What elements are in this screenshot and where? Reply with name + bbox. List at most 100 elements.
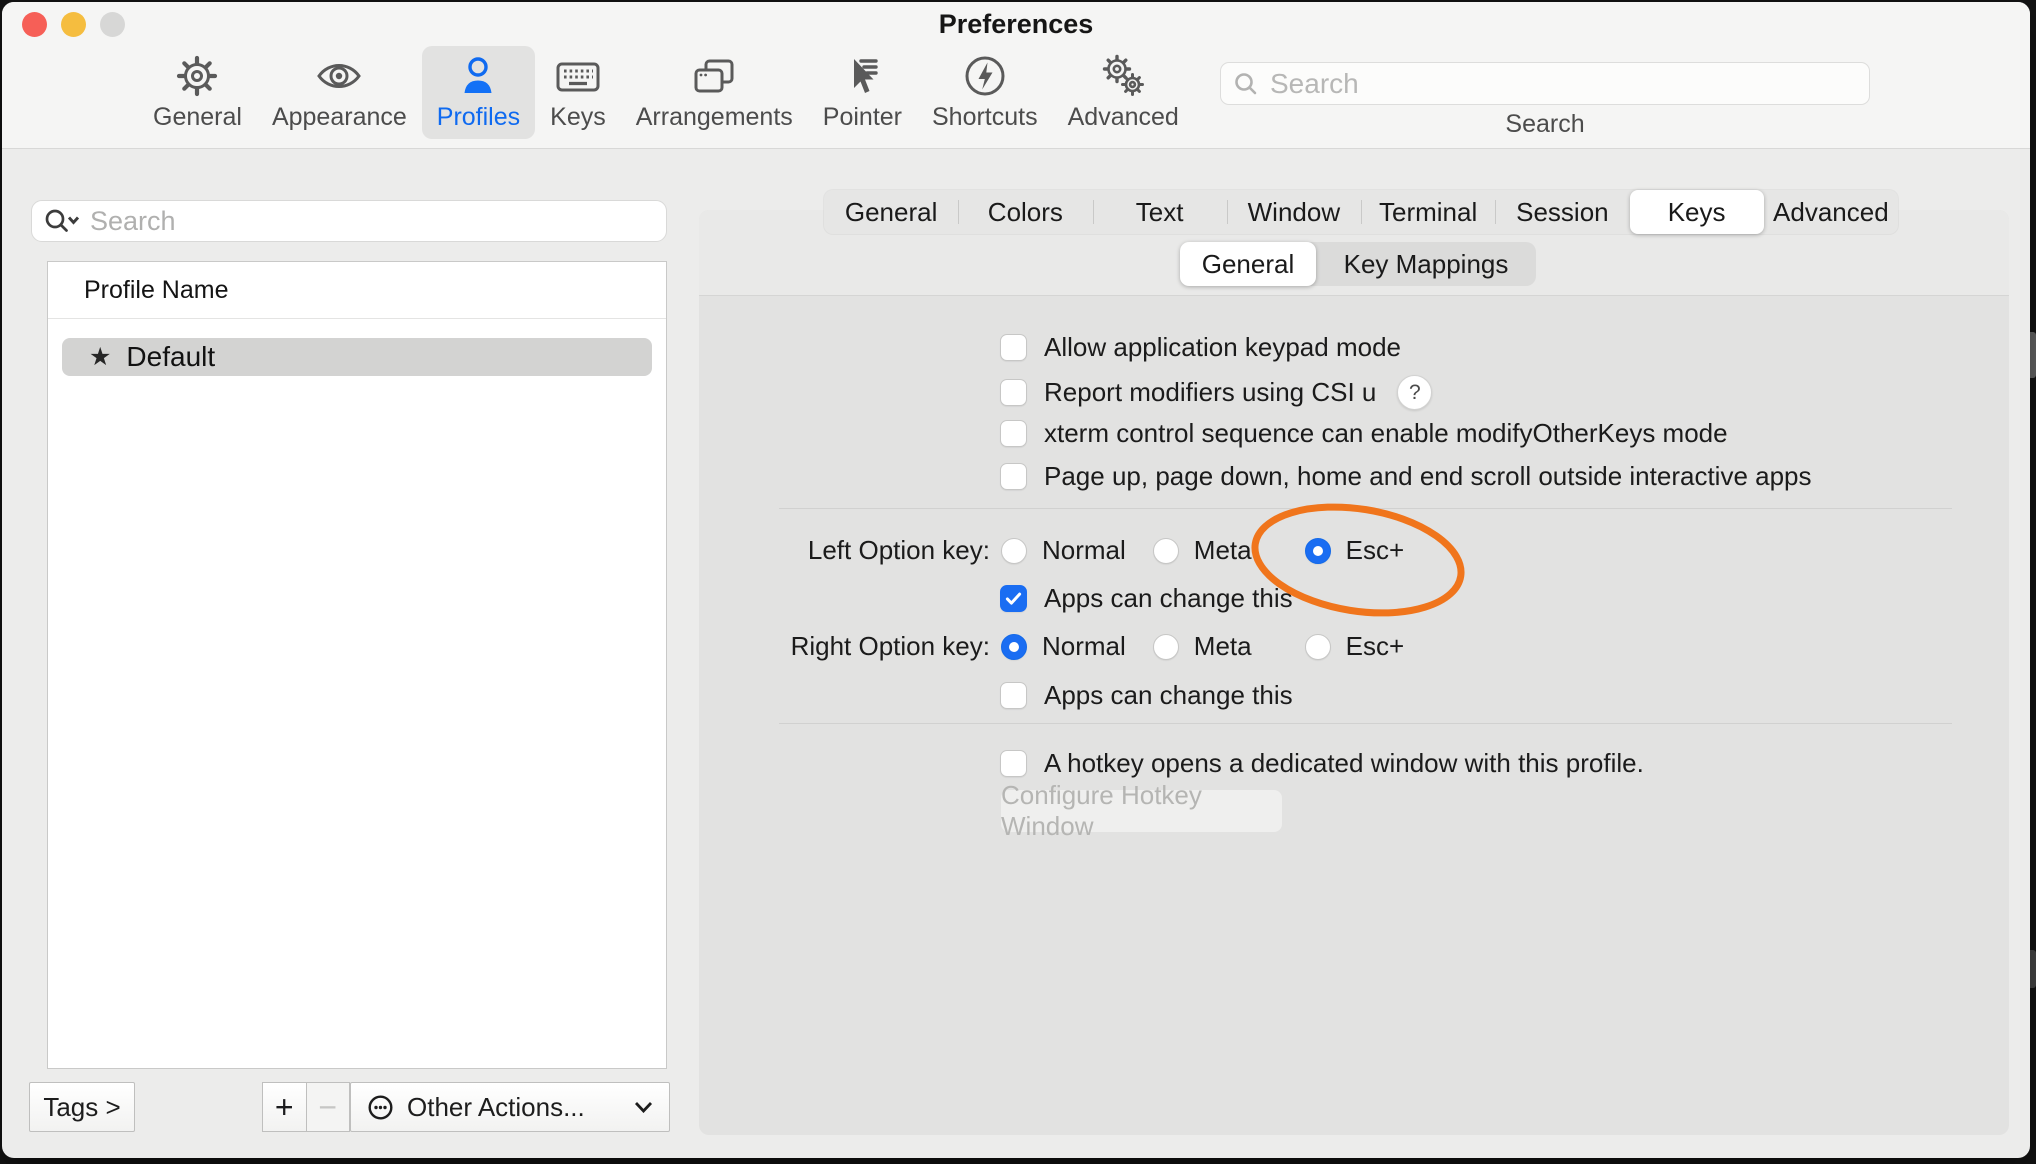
subtab-key-mappings[interactable]: Key Mappings (1316, 242, 1536, 286)
gears-icon (1099, 52, 1147, 100)
checkbox-label: xterm control sequence can enable modify… (1044, 418, 1728, 449)
toolbar-item-profiles[interactable]: Profiles (422, 46, 535, 139)
checkbox-label: Page up, page down, home and end scroll … (1044, 461, 1812, 492)
toolbar-label: Advanced (1068, 103, 1179, 132)
radio-selected[interactable] (1001, 634, 1027, 660)
toolbar-item-appearance[interactable]: Appearance (257, 46, 422, 139)
checkbox-label: Apps can change this (1044, 583, 1293, 614)
search-scope-icon (42, 207, 82, 235)
keyboard-icon (554, 52, 602, 100)
checkbox-unchecked[interactable] (1000, 682, 1027, 709)
checkbox-label: Report modifiers using CSI u (1044, 377, 1376, 408)
checkmark-icon (1003, 588, 1024, 609)
checkbox-row-modify-other-keys[interactable]: xterm control sequence can enable modify… (1000, 418, 1728, 449)
profile-tabs: General Colors Text Window Terminal Sess… (824, 190, 1898, 234)
chevron-down-icon (634, 1101, 653, 1113)
lightning-icon (961, 52, 1009, 100)
toolbar-label: General (153, 103, 242, 132)
cursor-icon (838, 52, 886, 100)
preferences-window: Preferences (2, 2, 2030, 1158)
toolbar-search-field[interactable] (1220, 62, 1870, 105)
person-icon (454, 52, 502, 100)
add-remove-group: + − (262, 1082, 350, 1132)
checkbox-label: A hotkey opens a dedicated window with t… (1044, 748, 1644, 779)
help-button[interactable]: ? (1397, 375, 1432, 410)
toolbar-item-arrangements[interactable]: Arrangements (621, 46, 808, 139)
left-apps-can-change-row[interactable]: Apps can change this (1000, 583, 1293, 614)
radio-option-normal[interactable]: Normal (1001, 535, 1126, 566)
radio-option-meta[interactable]: Meta (1153, 535, 1252, 566)
screenshot-stage: Preferences (0, 0, 2036, 1164)
toolbar-search-label: Search (1220, 110, 1870, 139)
search-icon (1233, 71, 1259, 97)
ellipsis-circle-icon (367, 1094, 394, 1121)
divider (779, 508, 1952, 509)
tab-session[interactable]: Session (1495, 190, 1629, 234)
tab-keys[interactable]: Keys (1630, 190, 1764, 234)
checkbox-unchecked[interactable] (1000, 334, 1027, 361)
toolbar-item-advanced[interactable]: Advanced (1053, 46, 1194, 139)
toolbar-item-keys[interactable]: Keys (535, 46, 621, 139)
toolbar: General Appearance (138, 46, 1194, 139)
radio-unselected[interactable] (1153, 538, 1179, 564)
titlebar-toolbar: Preferences (2, 2, 2030, 149)
toolbar-label: Pointer (823, 103, 902, 132)
profile-row-default[interactable]: ★ Default (62, 338, 652, 376)
toolbar-item-pointer[interactable]: Pointer (808, 46, 917, 139)
toolbar-label: Appearance (272, 103, 407, 132)
eye-icon (315, 52, 363, 100)
radio-option-meta[interactable]: Meta (1153, 631, 1252, 662)
checkbox-label: Allow application keypad mode (1044, 332, 1401, 363)
radio-option-normal-selected[interactable]: Normal (1001, 631, 1126, 662)
profile-search-field[interactable] (31, 200, 667, 242)
tab-advanced[interactable]: Advanced (1764, 190, 1898, 234)
radio-unselected[interactable] (1153, 634, 1179, 660)
tags-button[interactable]: Tags > (29, 1082, 135, 1132)
gear-icon (173, 52, 221, 100)
radio-unselected[interactable] (1001, 538, 1027, 564)
profile-list-header: Profile Name (48, 262, 666, 319)
hotkey-checkbox-row[interactable]: A hotkey opens a dedicated window with t… (1000, 748, 1644, 779)
divider (779, 723, 1952, 724)
radio-selected[interactable] (1305, 538, 1331, 564)
window-title: Preferences (2, 9, 2030, 40)
right-apps-can-change-row[interactable]: Apps can change this (1000, 680, 1293, 711)
checkbox-unchecked[interactable] (1000, 379, 1027, 406)
tab-general[interactable]: General (824, 190, 958, 234)
profile-search-input[interactable] (88, 205, 632, 238)
toolbar-item-general[interactable]: General (138, 46, 257, 139)
left-option-radio-group: Normal Meta Esc+ (1001, 535, 1404, 566)
profile-name: Default (126, 341, 215, 373)
checkbox-unchecked[interactable] (1000, 420, 1027, 447)
other-actions-dropdown[interactable]: Other Actions... (350, 1082, 670, 1132)
toolbar-item-shortcuts[interactable]: Shortcuts (917, 46, 1053, 139)
toolbar-label: Arrangements (636, 103, 793, 132)
profile-list: Profile Name ★ Default (47, 261, 667, 1069)
tab-text[interactable]: Text (1093, 190, 1227, 234)
toolbar-label: Keys (550, 103, 606, 132)
default-star-icon: ★ (89, 342, 111, 372)
radio-option-esc-selected[interactable]: Esc+ (1305, 535, 1405, 566)
windows-icon (690, 52, 738, 100)
checkbox-row-page-scroll[interactable]: Page up, page down, home and end scroll … (1000, 461, 1812, 492)
right-option-key-label: Right Option key: (740, 631, 990, 662)
tab-terminal[interactable]: Terminal (1361, 190, 1495, 234)
tab-colors[interactable]: Colors (958, 190, 1092, 234)
toolbar-search-input[interactable] (1268, 67, 1832, 101)
subtab-general[interactable]: General (1180, 242, 1316, 286)
keys-subtabs: General Key Mappings (1180, 242, 1536, 286)
toolbar-label: Profiles (437, 103, 520, 132)
radio-option-esc[interactable]: Esc+ (1305, 631, 1405, 662)
checkbox-unchecked[interactable] (1000, 750, 1027, 777)
checkbox-row-csi-u[interactable]: Report modifiers using CSI u ? (1000, 375, 1432, 410)
checkbox-row-keypad-mode[interactable]: Allow application keypad mode (1000, 332, 1401, 363)
tab-window[interactable]: Window (1227, 190, 1361, 234)
checkbox-unchecked[interactable] (1000, 463, 1027, 490)
left-option-key-label: Left Option key: (740, 535, 990, 566)
radio-unselected[interactable] (1305, 634, 1331, 660)
checkbox-checked[interactable] (1000, 585, 1027, 612)
checkbox-label: Apps can change this (1044, 680, 1293, 711)
right-option-radio-group: Normal Meta Esc+ (1001, 631, 1404, 662)
add-profile-button[interactable]: + (262, 1082, 307, 1132)
remove-profile-button[interactable]: − (307, 1082, 351, 1132)
